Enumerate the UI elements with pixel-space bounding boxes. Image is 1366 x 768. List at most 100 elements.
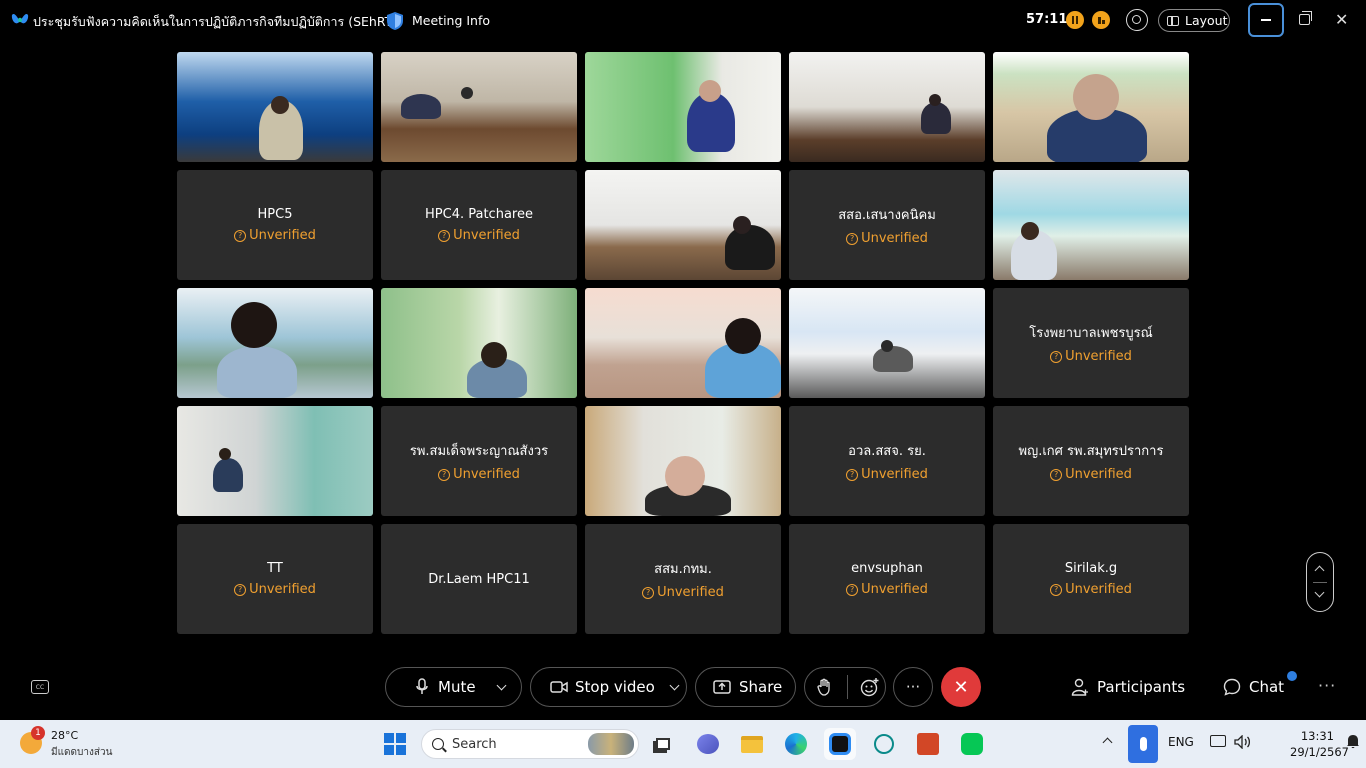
participant-name-tile[interactable]: Sirilak.g? Unverified [993, 524, 1189, 634]
participant-video-tile[interactable] [177, 52, 373, 162]
unverified-badge: ? Unverified [1050, 467, 1132, 482]
participant-name-tile[interactable]: พญ.เกศ รพ.สมุทรปราการ? Unverified [993, 406, 1189, 516]
chat-notification-badge [1287, 671, 1297, 681]
microphone-icon [416, 678, 428, 694]
participant-video-tile[interactable] [585, 52, 781, 162]
participant-head [725, 318, 761, 354]
pause-recording-icon[interactable] [1066, 11, 1084, 29]
participant-head [481, 342, 507, 368]
leave-meeting-button[interactable]: ✕ [941, 667, 981, 707]
participant-name-tile[interactable]: รพ.สมเด็จพระญาณสังวร? Unverified [381, 406, 577, 516]
weather-description[interactable]: มีแดดบางส่วน [51, 745, 112, 760]
unverified-badge: ? Unverified [846, 467, 928, 482]
participant-video-tile[interactable] [585, 406, 781, 516]
participant-name: Sirilak.g [1064, 561, 1118, 576]
participant-name: สสม.กทม. [654, 562, 712, 577]
network-icon[interactable] [1210, 735, 1226, 747]
minimize-button[interactable] [1248, 3, 1284, 37]
unverified-label: Unverified [1065, 582, 1132, 597]
chevron-down-icon[interactable] [669, 680, 680, 690]
chevron-up-icon[interactable] [1314, 565, 1325, 576]
zoom-magnifier-icon[interactable] [1126, 9, 1148, 31]
unverified-badge: ? Unverified [234, 228, 316, 243]
participant-name-tile[interactable]: อวล.สสจ. รย.? Unverified [789, 406, 985, 516]
participant-video-tile[interactable] [789, 52, 985, 162]
participant-video-tile[interactable] [381, 52, 577, 162]
more-options-button[interactable]: ··· [893, 667, 933, 707]
participant-name-tile[interactable]: HPC5? Unverified [177, 170, 373, 280]
show-hidden-icons-chevron[interactable] [1102, 735, 1113, 748]
video-camera-icon [550, 681, 568, 693]
participant-name-tile[interactable]: TT? Unverified [177, 524, 373, 634]
task-view-icon[interactable] [649, 730, 677, 758]
unverified-label: Unverified [453, 467, 520, 482]
participant-video-tile[interactable] [177, 288, 373, 398]
taskbar-search-box[interactable]: Search [421, 729, 639, 759]
chevron-down-icon[interactable] [1314, 587, 1325, 598]
closed-captions-icon[interactable]: CC [31, 680, 49, 694]
participant-name-tile[interactable]: สสม.กทม.? Unverified [585, 524, 781, 634]
layout-grid-icon [1167, 15, 1179, 26]
close-window-button[interactable]: ✕ [1335, 10, 1348, 29]
participant-name-tile[interactable]: HPC4. Patcharee? Unverified [381, 170, 577, 280]
recording-status-icon[interactable] [1092, 11, 1110, 29]
participant-video-feed [381, 52, 577, 162]
participant-video-feed [585, 170, 781, 280]
chat-label: Chat [1249, 678, 1285, 696]
participant-video-tile[interactable] [381, 288, 577, 398]
teams-chat-icon[interactable] [694, 730, 722, 758]
restore-window-button[interactable] [1299, 11, 1312, 25]
unverified-label: Unverified [861, 231, 928, 246]
meeting-controls-bar: CC Mute Stop video Share ··· ✕ Participa… [0, 660, 1366, 716]
participants-icon [1071, 678, 1088, 696]
weather-alert-badge: 1 [31, 726, 45, 740]
meeting-info-button[interactable]: Meeting Info [412, 13, 490, 28]
maps-app-icon[interactable] [870, 730, 898, 758]
participant-name-tile[interactable]: โรงพยาบาลเพชรบูรณ์? Unverified [993, 288, 1189, 398]
shield-icon[interactable] [386, 11, 404, 31]
file-explorer-icon[interactable] [738, 730, 766, 758]
participant-name: TT [267, 561, 283, 576]
add-reaction-icon[interactable] [860, 677, 880, 697]
participant-name-tile[interactable]: สสอ.เสนางคนิคม? Unverified [789, 170, 985, 280]
unverified-label: Unverified [1065, 349, 1132, 364]
share-button[interactable]: Share [695, 667, 796, 707]
more-menu-icon[interactable]: ··· [1318, 676, 1336, 695]
chevron-down-icon[interactable] [496, 680, 507, 690]
webex-taskbar-icon[interactable] [824, 728, 856, 760]
participant-video-tile[interactable] [177, 406, 373, 516]
windows-start-icon[interactable] [384, 733, 406, 755]
microphone-in-use-icon[interactable] [1128, 725, 1158, 763]
participant-figure [921, 102, 951, 134]
participant-video-tile[interactable] [585, 288, 781, 398]
participant-video-tile[interactable] [789, 288, 985, 398]
weather-temperature[interactable]: 28°C [51, 729, 78, 742]
volume-speaker-icon[interactable] [1234, 734, 1252, 752]
grid-page-scroller[interactable] [1306, 552, 1334, 612]
participant-head [733, 216, 751, 234]
edge-browser-icon[interactable] [782, 730, 810, 758]
notification-bell-icon[interactable] [1346, 733, 1360, 752]
reactions-group [804, 667, 886, 707]
participant-video-tile[interactable] [993, 170, 1189, 280]
participant-name-tile[interactable]: Dr.Laem HPC11 [381, 524, 577, 634]
layout-button[interactable]: Layout [1158, 9, 1230, 32]
participants-button[interactable]: Participants [1071, 678, 1185, 696]
question-circle-icon: ? [234, 229, 247, 242]
mute-label: Mute [438, 678, 476, 696]
unverified-label: Unverified [249, 582, 316, 597]
chat-button[interactable]: Chat [1223, 678, 1284, 696]
mute-button[interactable]: Mute [385, 667, 522, 707]
powerpoint-icon[interactable] [914, 730, 942, 758]
participant-video-tile[interactable] [993, 52, 1189, 162]
line-app-icon[interactable] [958, 730, 986, 758]
participant-video-tile[interactable] [585, 170, 781, 280]
raise-hand-icon[interactable] [817, 678, 833, 696]
title-bar: ประชุมรับฟังความคิดเห็นในการปฏิบัติภารกิ… [0, 0, 1366, 42]
system-clock[interactable]: 13:31 29/1/2567 [1290, 728, 1349, 760]
participant-name-tile[interactable]: envsuphan? Unverified [789, 524, 985, 634]
stop-video-button[interactable]: Stop video [530, 667, 687, 707]
unverified-label: Unverified [657, 585, 724, 600]
participant-video-feed [177, 288, 373, 398]
input-language[interactable]: ENG [1168, 735, 1194, 749]
